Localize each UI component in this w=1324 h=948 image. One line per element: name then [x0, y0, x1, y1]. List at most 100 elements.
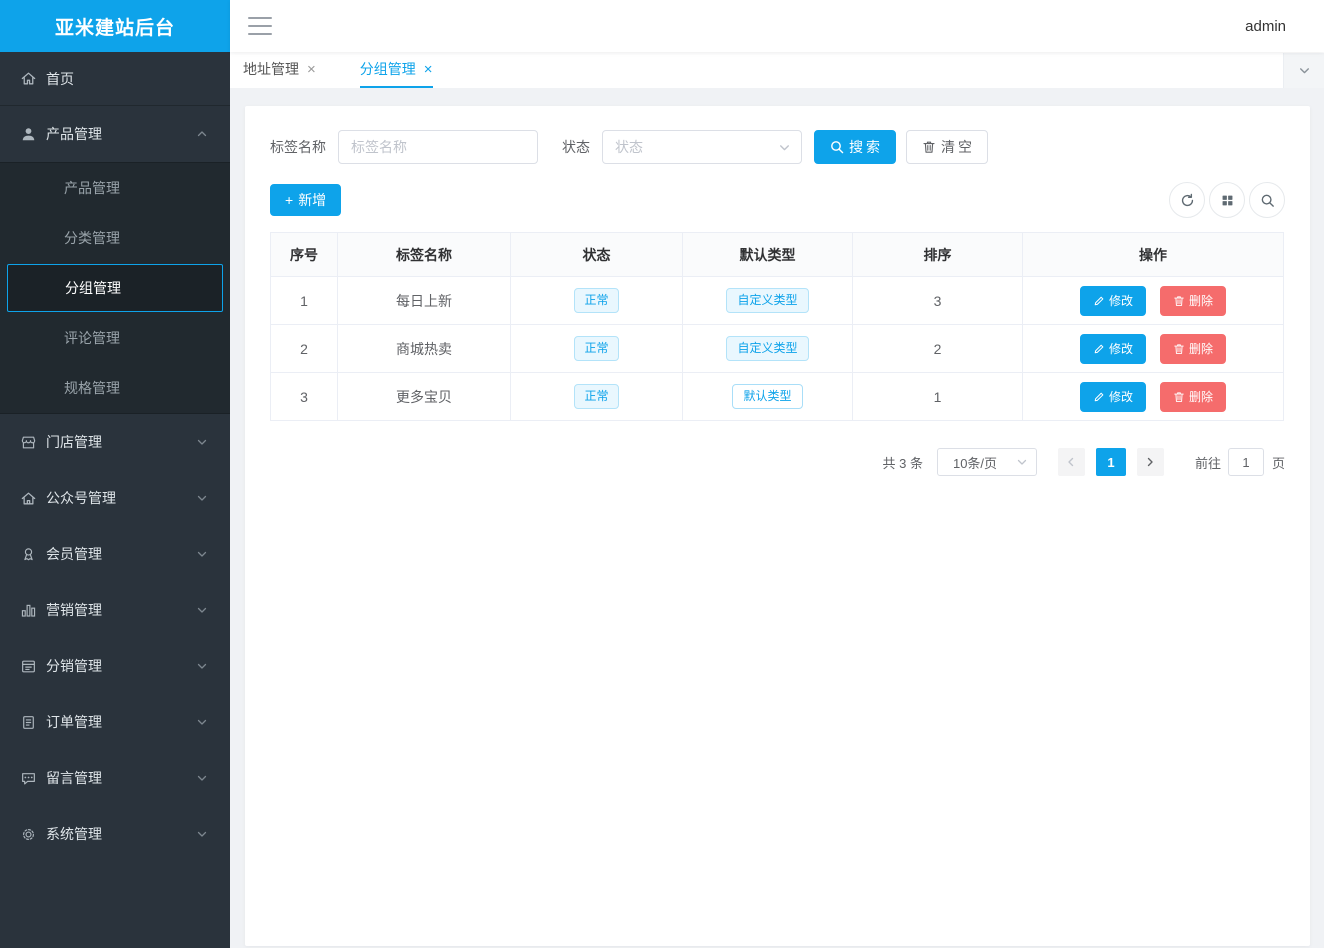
- goto-label: 前往: [1195, 453, 1221, 472]
- gear-icon: [20, 826, 37, 843]
- search-icon: [1260, 193, 1275, 208]
- column-settings-button[interactable]: [1209, 182, 1245, 218]
- sidebar-item-label: 公众号管理: [46, 488, 196, 508]
- sidebar-item-store-management[interactable]: 门店管理: [0, 414, 230, 470]
- status-select[interactable]: 状态: [602, 130, 802, 164]
- sidebar-item-member-management[interactable]: 会员管理: [0, 526, 230, 582]
- sidebar-subitem-group[interactable]: 分组管理: [7, 264, 223, 312]
- top-header: admin: [230, 0, 1324, 52]
- delete-button[interactable]: 删除: [1160, 286, 1226, 316]
- close-icon[interactable]: ×: [424, 62, 433, 77]
- cell-index: 1: [271, 277, 338, 325]
- tab-bar: 地址管理 × 分组管理 ×: [230, 52, 1324, 88]
- refresh-icon: [1180, 193, 1195, 208]
- goto-suffix: 页: [1272, 453, 1285, 472]
- sidebar-item-home[interactable]: 首页: [0, 52, 230, 106]
- name-input[interactable]: [338, 130, 538, 164]
- edit-button[interactable]: 修改: [1080, 334, 1146, 364]
- chevron-down-icon: [1016, 456, 1028, 468]
- sidebar-item-product-management[interactable]: 产品管理: [0, 106, 230, 162]
- chevron-down-icon: [196, 660, 208, 672]
- sidebar-item-distribution-management[interactable]: 分销管理: [0, 638, 230, 694]
- grid-icon: [1220, 193, 1235, 208]
- pencil-icon: [1093, 391, 1105, 403]
- sidebar-item-label: 营销管理: [46, 600, 196, 620]
- sidebar-item-label: 系统管理: [46, 824, 196, 844]
- trash-icon: [1173, 391, 1185, 403]
- table-search-button[interactable]: [1249, 182, 1285, 218]
- sidebar-subitem-category[interactable]: 分类管理: [0, 213, 230, 263]
- col-header-name: 标签名称: [338, 233, 511, 277]
- tab-group-management[interactable]: 分组管理 ×: [360, 52, 433, 88]
- page-number-button[interactable]: 1: [1096, 448, 1126, 476]
- goto-page-input[interactable]: [1228, 448, 1264, 476]
- chevron-down-icon: [196, 436, 208, 448]
- content-card: 标签名称 状态 状态 搜索: [245, 106, 1310, 946]
- sidebar-subitem-comment[interactable]: 评论管理: [0, 313, 230, 363]
- table-tools: [1169, 182, 1285, 218]
- search-icon: [830, 140, 844, 154]
- sidebar-item-official-account-management[interactable]: 公众号管理: [0, 470, 230, 526]
- clear-button[interactable]: 清空: [906, 130, 988, 164]
- search-button[interactable]: 搜索: [814, 130, 896, 164]
- pagination-total: 共 3 条: [883, 453, 923, 472]
- tab-dropdown-button[interactable]: [1283, 53, 1324, 88]
- sidebar-item-label: 产品管理: [46, 124, 196, 144]
- member-icon: [20, 546, 37, 563]
- refresh-button[interactable]: [1169, 182, 1205, 218]
- status-badge: 正常: [574, 336, 618, 361]
- home-icon: [20, 70, 37, 87]
- chevron-down-icon: [1298, 64, 1311, 77]
- message-icon: [20, 770, 37, 787]
- hamburger-icon[interactable]: [248, 17, 272, 35]
- cell-sort: 2: [853, 325, 1023, 373]
- type-badge: 自定义类型: [726, 336, 808, 361]
- sidebar-item-system-management[interactable]: 系统管理: [0, 806, 230, 862]
- delete-button[interactable]: 删除: [1160, 334, 1226, 364]
- edit-button[interactable]: 修改: [1080, 286, 1146, 316]
- edit-button[interactable]: 修改: [1080, 382, 1146, 412]
- cell-name: 每日上新: [338, 277, 511, 325]
- sidebar-item-marketing-management[interactable]: 营销管理: [0, 582, 230, 638]
- plus-icon: +: [285, 192, 293, 208]
- table-row: 2 商城热卖 正常 自定义类型 2 修改: [271, 325, 1284, 373]
- prev-page-button[interactable]: [1058, 448, 1085, 476]
- cell-name: 商城热卖: [338, 325, 511, 373]
- pencil-icon: [1093, 295, 1105, 307]
- app-logo: 亚米建站后台: [0, 0, 230, 52]
- col-header-status: 状态: [511, 233, 683, 277]
- cell-sort: 3: [853, 277, 1023, 325]
- tab-address-management[interactable]: 地址管理 ×: [243, 52, 316, 88]
- main-area: admin 地址管理 × 分组管理 × 标签名称 状态: [230, 0, 1324, 948]
- sidebar-item-message-management[interactable]: 留言管理: [0, 750, 230, 806]
- close-icon[interactable]: ×: [307, 62, 316, 77]
- next-page-button[interactable]: [1137, 448, 1164, 476]
- cell-sort: 1: [853, 373, 1023, 421]
- sidebar-item-label: 首页: [46, 69, 208, 89]
- sidebar-item-label: 订单管理: [46, 712, 196, 732]
- user-icon: [20, 126, 37, 143]
- content-area: 标签名称 状态 状态 搜索: [230, 88, 1324, 948]
- add-button[interactable]: + 新增: [270, 184, 341, 216]
- col-header-actions: 操作: [1023, 233, 1284, 277]
- name-field-label: 标签名称: [270, 137, 326, 157]
- tabs: 地址管理 × 分组管理 ×: [230, 52, 433, 88]
- page-size-select[interactable]: 10条/页: [937, 448, 1037, 476]
- sidebar-item-label: 留言管理: [46, 768, 196, 788]
- chevron-down-icon: [196, 828, 208, 840]
- product-submenu: 产品管理 分类管理 分组管理 评论管理 规格管理: [0, 162, 230, 414]
- order-icon: [20, 714, 37, 731]
- pagination: 共 3 条 10条/页 1 前: [270, 448, 1285, 476]
- sidebar-nav: 首页 产品管理 产品管理 分类管理 分组管理 评论管理 规格管理 门店管理: [0, 52, 230, 948]
- sidebar-subitem-spec[interactable]: 规格管理: [0, 363, 230, 413]
- chevron-down-icon: [196, 716, 208, 728]
- sidebar-item-order-management[interactable]: 订单管理: [0, 694, 230, 750]
- table-row: 3 更多宝贝 正常 默认类型 1 修改: [271, 373, 1284, 421]
- delete-button[interactable]: 删除: [1160, 382, 1226, 412]
- status-field-label: 状态: [562, 137, 590, 157]
- sidebar-subitem-product[interactable]: 产品管理: [0, 163, 230, 213]
- table-header-row: 序号 标签名称 状态 默认类型 排序 操作: [271, 233, 1284, 277]
- search-form: 标签名称 状态 状态 搜索: [270, 130, 1285, 164]
- distribution-icon: [20, 658, 37, 675]
- user-menu[interactable]: admin: [1245, 18, 1286, 35]
